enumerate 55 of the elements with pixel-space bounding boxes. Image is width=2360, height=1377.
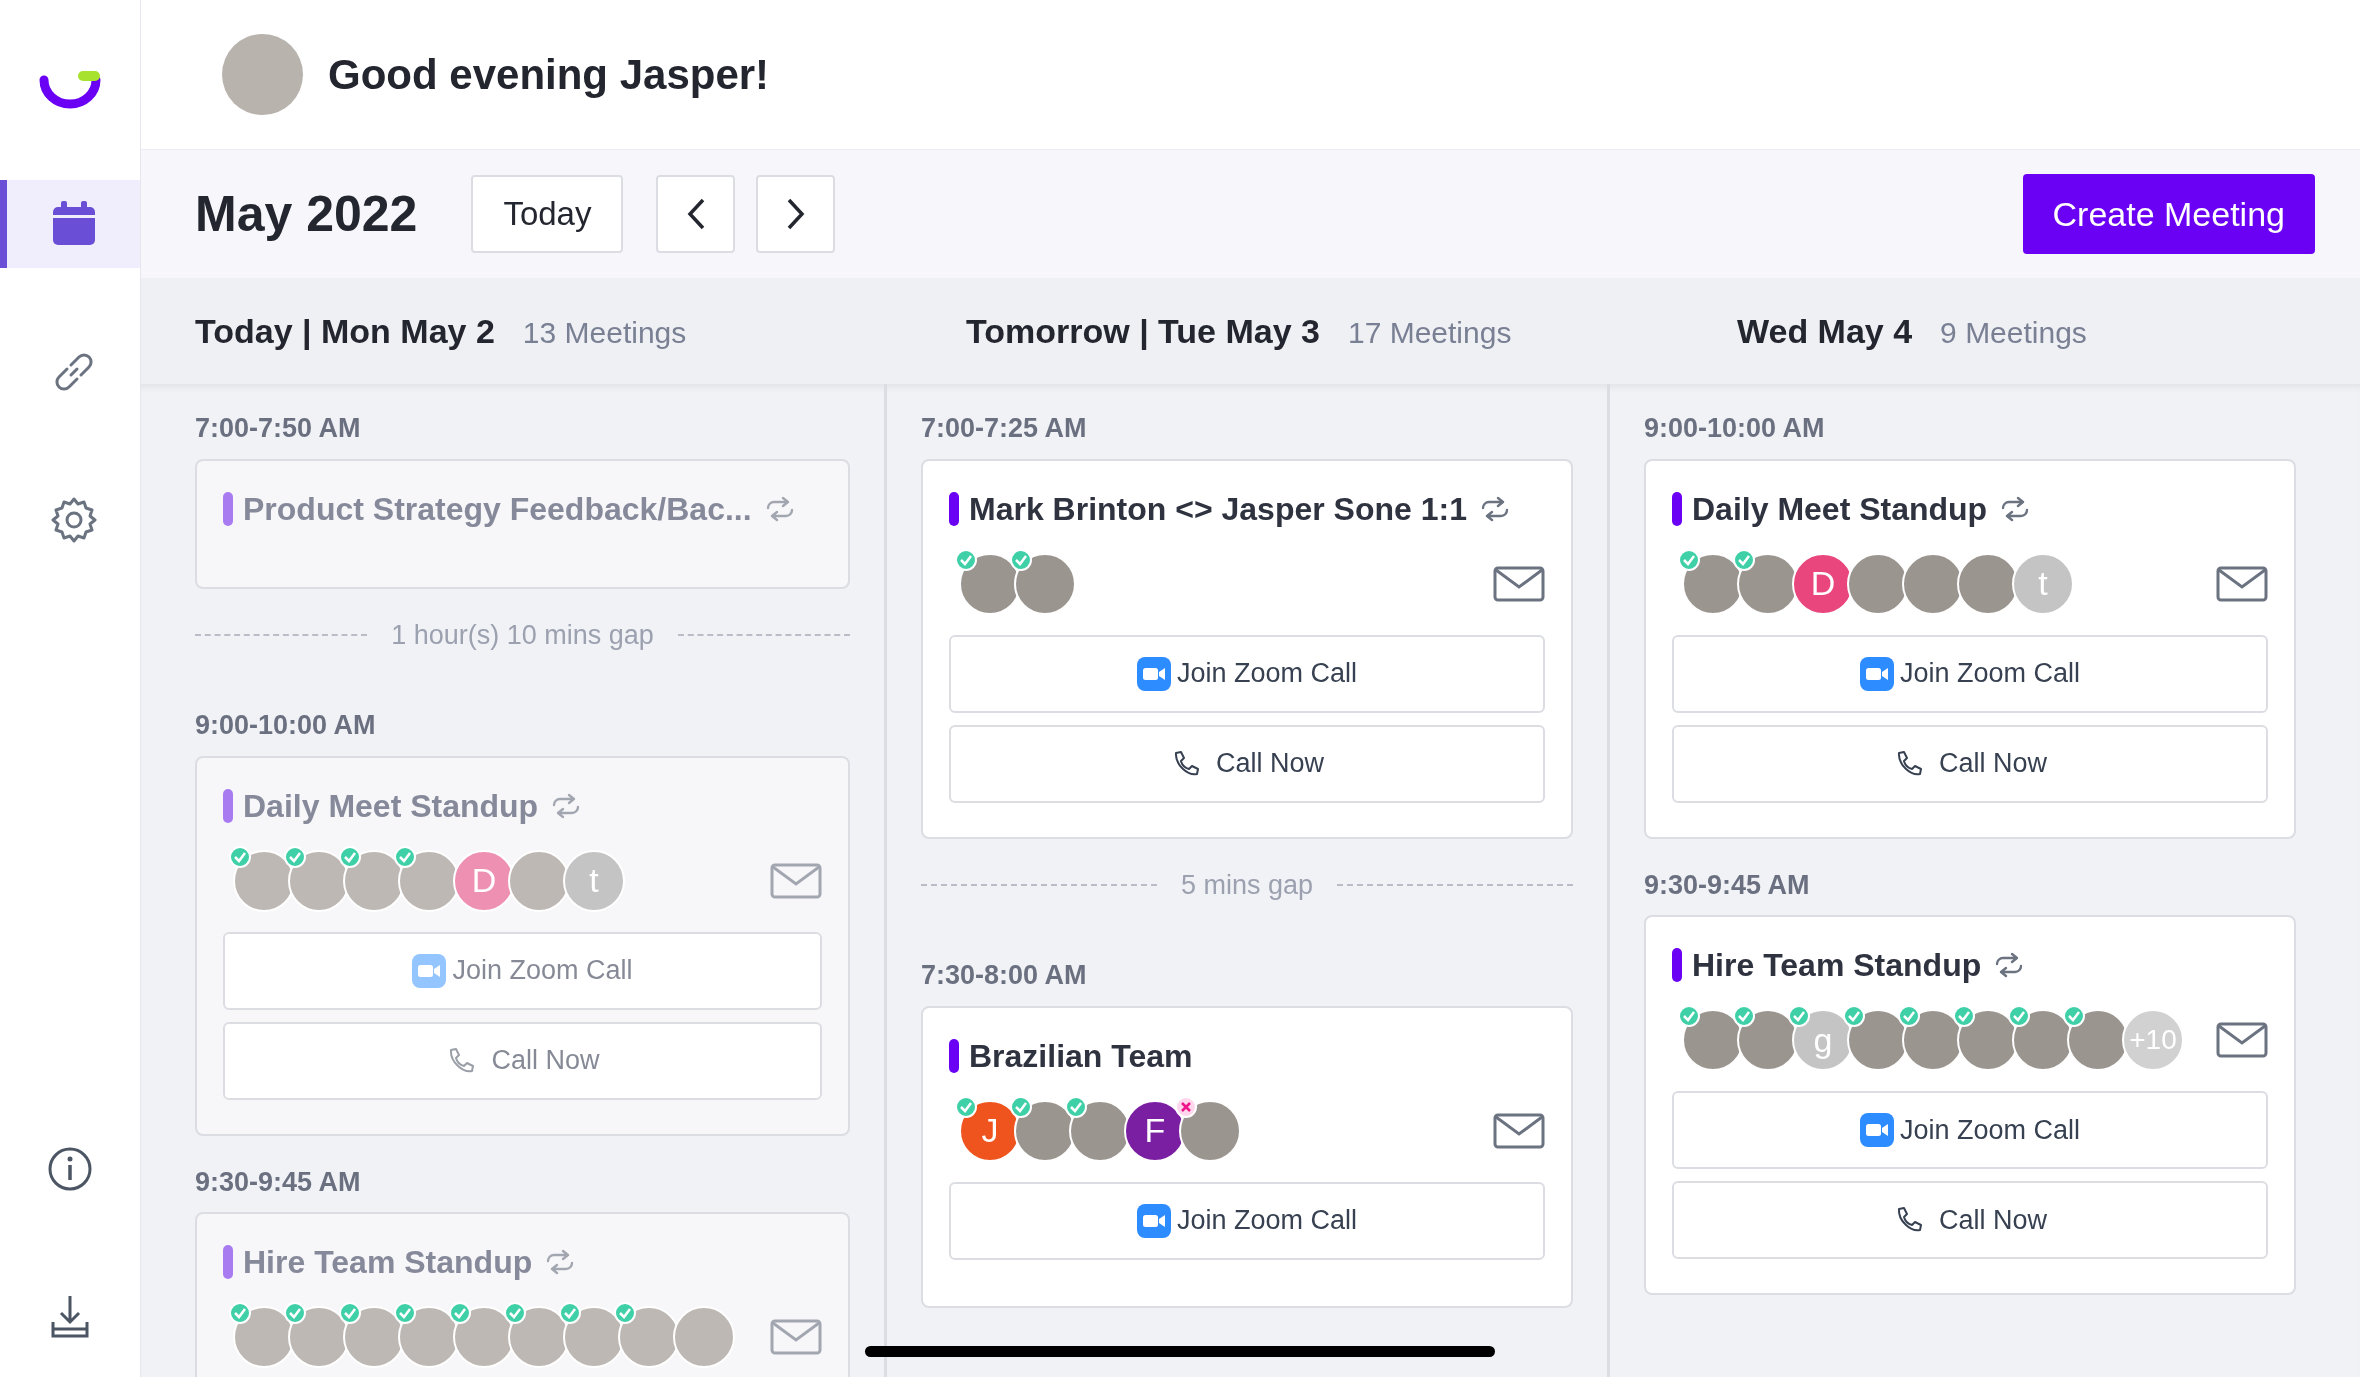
meeting-count: 9 Meetings bbox=[1940, 314, 2087, 351]
color-bar bbox=[949, 1038, 959, 1073]
video-camera-icon bbox=[1859, 1113, 1894, 1147]
color-bar bbox=[949, 491, 959, 526]
logo-icon bbox=[39, 70, 101, 110]
meeting-title: Mark Brinton <> Jasper Sone 1:1 bbox=[969, 489, 1467, 529]
day-title: Today | Mon May 2 bbox=[195, 310, 495, 352]
meeting-time: 9:30-9:45 AM bbox=[1644, 868, 1811, 902]
meeting-time: 9:00-10:00 AM bbox=[195, 709, 377, 742]
meeting-time: 9:00-10:00 AM bbox=[1644, 412, 1826, 445]
previous-button[interactable] bbox=[656, 175, 736, 253]
meeting-count: 13 Meetings bbox=[522, 314, 687, 351]
video-camera-icon bbox=[1136, 1203, 1171, 1238]
meeting-count: 17 Meetings bbox=[1347, 314, 1512, 351]
video-camera-icon bbox=[1859, 656, 1894, 691]
gap-label: 1 hour(s) 10 mins gap bbox=[391, 618, 654, 652]
meeting-title: Daily Meet Standup bbox=[1692, 489, 1988, 529]
meeting-title: Brazilian Team bbox=[969, 1036, 1193, 1076]
color-bar bbox=[1672, 491, 1682, 526]
mail-icon[interactable] bbox=[2216, 1022, 2268, 1058]
meeting-time: 7:30-8:00 AM bbox=[921, 959, 1088, 992]
join-zoom-button[interactable]: Join Zoom Call bbox=[949, 634, 1545, 713]
sidebar-item[interactable] bbox=[0, 180, 140, 268]
meeting-title: Product Strategy Feedback/Bac... bbox=[243, 489, 752, 529]
meeting-title: Hire Team Standup bbox=[1692, 946, 1982, 985]
color-bar bbox=[223, 1245, 233, 1279]
video-camera-icon bbox=[1136, 656, 1171, 691]
month-title: May 2022 bbox=[195, 184, 418, 244]
mail-icon[interactable] bbox=[1493, 1112, 1545, 1149]
call-now-button[interactable]: Call Now bbox=[1672, 1181, 2268, 1259]
meeting-time: 7:00-7:50 AM bbox=[195, 412, 362, 445]
avatar-initial: t bbox=[2012, 552, 2074, 615]
color-bar bbox=[223, 491, 233, 526]
mail-icon[interactable] bbox=[2216, 565, 2268, 602]
meeting-time: 7:00-7:25 AM bbox=[921, 412, 1088, 445]
meeting-time: 9:30-9:45 AM bbox=[195, 1165, 362, 1199]
join-zoom-button[interactable]: Join Zoom Call bbox=[1672, 1091, 2268, 1169]
day-title: Tomorrow | Tue May 3 bbox=[966, 310, 1320, 352]
today-button[interactable]: Today bbox=[471, 175, 624, 253]
day-title: Wed May 4 bbox=[1737, 310, 1913, 352]
call-now-button[interactable]: Call Now bbox=[1672, 724, 2268, 803]
join-zoom-button[interactable]: Join Zoom Call bbox=[1672, 634, 2268, 713]
color-bar bbox=[223, 788, 233, 823]
meeting-title: Daily Meet Standup bbox=[243, 786, 539, 826]
gap-label: 5 mins gap bbox=[1180, 868, 1314, 902]
call-now-button[interactable]: Call Now bbox=[949, 724, 1545, 803]
greeting: Good evening Jasper! bbox=[328, 50, 770, 100]
mail-icon[interactable] bbox=[1493, 565, 1545, 602]
avatar-initial: t bbox=[563, 849, 625, 912]
meeting-title: Hire Team Standup bbox=[243, 1243, 533, 1282]
video-camera-icon bbox=[412, 953, 447, 988]
create-meeting-button[interactable]: Create Meeting bbox=[2022, 174, 2315, 254]
color-bar bbox=[1672, 948, 1682, 982]
next-button[interactable] bbox=[756, 175, 836, 253]
join-zoom-button[interactable]: Join Zoom Call bbox=[949, 1181, 1545, 1260]
